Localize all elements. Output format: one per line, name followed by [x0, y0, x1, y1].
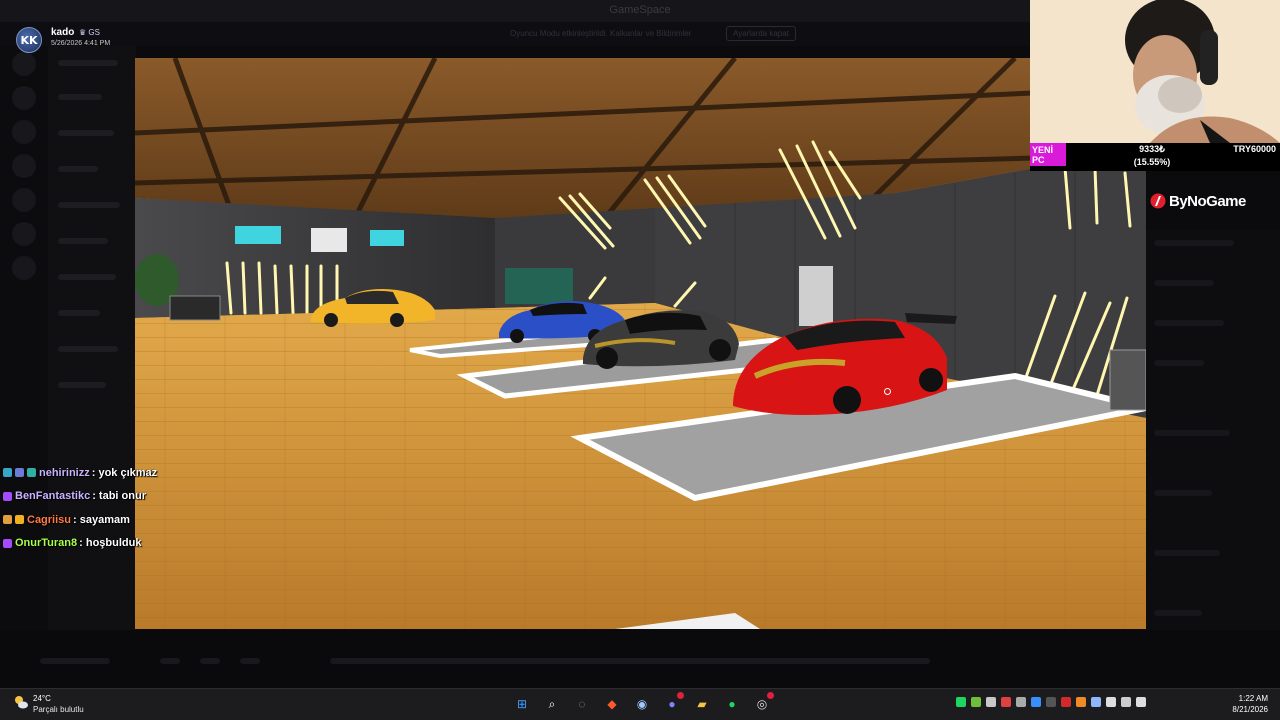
- server-icon[interactable]: [12, 188, 36, 212]
- taskbar-apps: ⊞ ⌕ ◌ ◆ ◉ ● ▰ ● ◎: [510, 692, 774, 716]
- weather-partly-cloudy-icon[interactable]: [13, 694, 29, 710]
- chat-badge-icon: [15, 468, 24, 478]
- chat-badge-icon: [27, 468, 36, 478]
- chat-username: BenFantastikc: [15, 490, 91, 503]
- tray-app-icon[interactable]: [1001, 697, 1011, 707]
- chat-badge-icon: [15, 515, 24, 525]
- chat-username: Cagriisu: [27, 513, 72, 526]
- chat-text: : yok çıkmaz: [91, 466, 158, 479]
- volume-tray-icon[interactable]: [1136, 697, 1146, 707]
- glass-panel: [505, 268, 573, 304]
- wall-screen: [370, 230, 404, 246]
- weather-temperature[interactable]: 24°C: [33, 694, 51, 703]
- chat-message: OnurTuran8 : hoşbulduk: [3, 532, 223, 556]
- server-icon[interactable]: [12, 256, 36, 280]
- chat-text: : tabi onur: [92, 490, 146, 503]
- streamer-name: kado: [51, 27, 75, 38]
- brave-browser-icon[interactable]: ◆: [600, 692, 624, 716]
- network-tray-icon[interactable]: [1121, 697, 1131, 707]
- system-tray: [956, 697, 1146, 707]
- discord-icon[interactable]: ●: [660, 692, 684, 716]
- file-explorer-icon[interactable]: ▰: [690, 692, 714, 716]
- chat-badge-icon: [3, 491, 12, 501]
- steam-icon[interactable]: ◉: [630, 692, 654, 716]
- bluetooth-tray-icon[interactable]: [1031, 697, 1041, 707]
- sponsor-name: ByNoGame: [1169, 192, 1246, 210]
- chat-username: OnurTuran8: [15, 537, 78, 550]
- search-icon[interactable]: ⌕: [540, 692, 564, 716]
- tray-app-icon[interactable]: [986, 697, 996, 707]
- game-viewport[interactable]: [135, 58, 1146, 629]
- notification-dot: [767, 692, 774, 699]
- screen: GameSpace Oyuncu Modu etkinleştirildi. K…: [0, 0, 1280, 720]
- tray-app-icon[interactable]: [1046, 697, 1056, 707]
- wall-logo: [311, 228, 347, 252]
- tray-app-icon[interactable]: [1061, 697, 1071, 707]
- equipment-case: [169, 295, 221, 321]
- chat-message: nehirinizz : yok çıkmaz: [3, 461, 223, 485]
- chat-message: Cagriisu : sayamam: [3, 508, 223, 532]
- chrome-icon[interactable]: ◎: [750, 692, 774, 716]
- microphone-tray-icon[interactable]: [1106, 697, 1116, 707]
- stream-chat-overlay: nehirinizz : yok çıkmaz BenFantastikc : t…: [3, 461, 223, 555]
- goal-label: YENİ PC: [1030, 143, 1066, 166]
- chat-text: : hoşbulduk: [79, 537, 142, 550]
- steam-tray-icon[interactable]: [1091, 697, 1101, 707]
- equipment-case: [1109, 349, 1146, 411]
- garage-scene: [135, 58, 1146, 629]
- server-icon[interactable]: [12, 52, 36, 76]
- background-server-rail: [0, 46, 48, 686]
- server-icon[interactable]: [12, 222, 36, 246]
- chat-message: BenFantastikc : tabi onur: [3, 485, 223, 509]
- message-timestamp: 5/26/2026 4:41 PM: [51, 40, 111, 47]
- sponsor-logo: ByNoGame: [1150, 190, 1246, 212]
- webcam-feed: [1030, 0, 1280, 143]
- server-icon[interactable]: [12, 86, 36, 110]
- windows-start-icon[interactable]: ⊞: [510, 692, 534, 716]
- background-banner-text: Oyuncu Modu etkinleştirildi. Kalkanlar v…: [510, 29, 692, 38]
- chat-text: : sayamam: [73, 513, 130, 526]
- background-notice-banner: Oyuncu Modu etkinleştirildi. Kalkanlar v…: [0, 22, 1030, 46]
- avatar[interactable]: KK: [16, 27, 42, 53]
- server-icon[interactable]: [12, 154, 36, 178]
- goal-current-amount: 9333₺: [1139, 144, 1165, 154]
- taskbar-clock-date[interactable]: 8/21/2026: [1222, 705, 1268, 714]
- charging-station: [799, 266, 833, 326]
- taskbar-clock-time[interactable]: 1:22 AM: [1222, 694, 1268, 703]
- spotify-tray-icon[interactable]: [956, 697, 966, 707]
- background-channel-list: [48, 46, 136, 686]
- notification-dot: [677, 692, 684, 699]
- background-banner-button[interactable]: Ayarlarda kapat: [726, 26, 796, 41]
- nvidia-tray-icon[interactable]: [971, 697, 981, 707]
- spotify-icon[interactable]: ●: [720, 692, 744, 716]
- app-circle-icon[interactable]: ◌: [570, 692, 594, 716]
- chat-username: nehirinizz: [39, 466, 90, 479]
- goal-percent: (15.55%): [1133, 157, 1171, 167]
- goal-target: TRY60000: [1233, 144, 1276, 154]
- chat-badge-icon: [3, 515, 12, 525]
- background-member-list: [1146, 230, 1280, 650]
- bynogame-logo-icon: [1150, 193, 1166, 209]
- game-crosshair: [884, 388, 891, 395]
- chat-badge-icon: [3, 468, 12, 478]
- background-user-panel: [0, 630, 1280, 688]
- wall-screen: [235, 226, 281, 244]
- server-icon[interactable]: [12, 120, 36, 144]
- chat-badge-icon: [3, 538, 12, 548]
- streamer-camera-image: [1030, 0, 1280, 143]
- streamer-badge: ♛ GS: [79, 28, 100, 37]
- weather-description[interactable]: Parçalı bulutlu: [33, 705, 84, 714]
- tray-app-icon[interactable]: [1016, 697, 1026, 707]
- tray-app-icon[interactable]: [1076, 697, 1086, 707]
